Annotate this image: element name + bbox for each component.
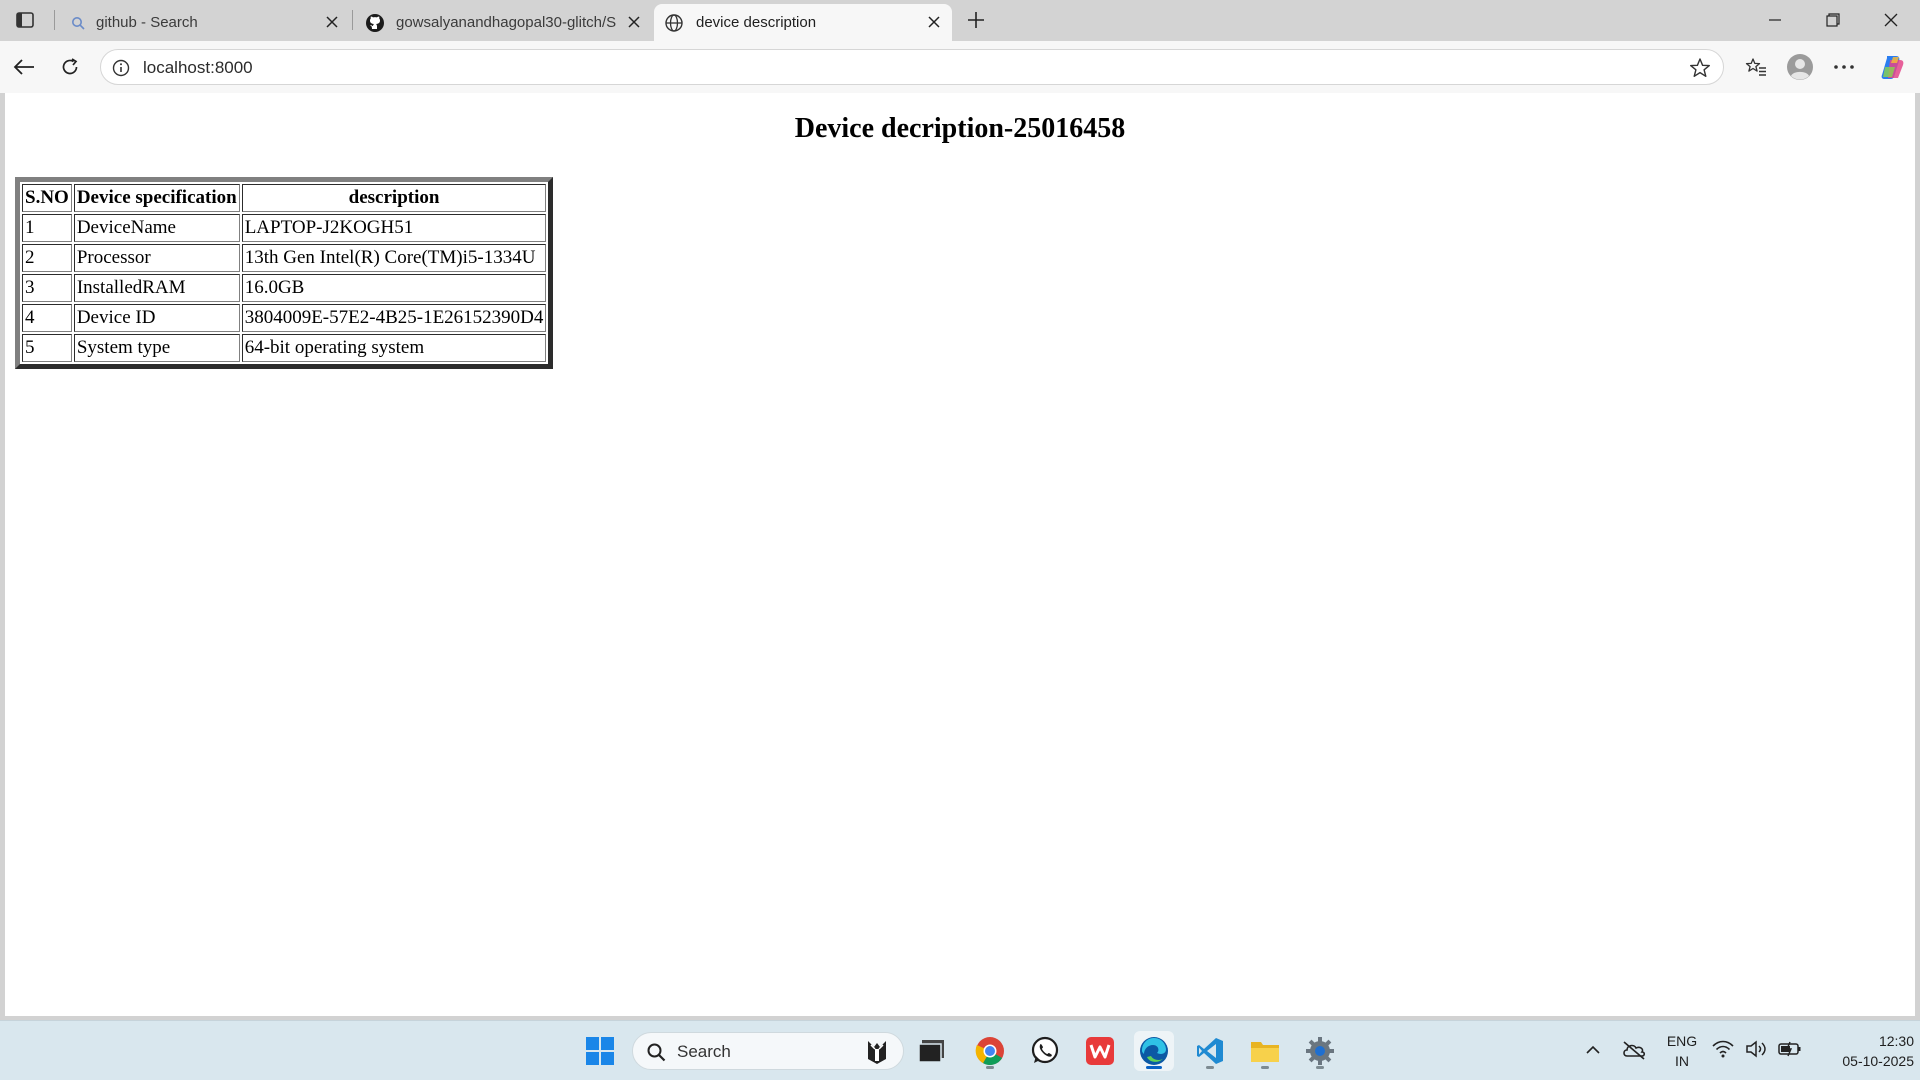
column-header-description: description: [241, 184, 547, 212]
tab-close-icon[interactable]: [322, 12, 342, 32]
start-icon[interactable]: [580, 1031, 620, 1071]
table-row: 4 Device ID 3804009E-57E2-4B25-1E2615239…: [22, 304, 547, 332]
tab-separator: [54, 10, 55, 30]
settings-icon[interactable]: [1300, 1031, 1340, 1071]
tab-title: github - Search: [96, 14, 198, 31]
globe-icon: [662, 13, 686, 33]
cell-specification: InstalledRAM: [73, 274, 240, 302]
cell-specification: DeviceName: [73, 214, 240, 242]
tab-device-description[interactable]: device description: [654, 4, 952, 41]
file-explorer-icon[interactable]: [1245, 1031, 1285, 1071]
language-code: ENG: [1666, 1033, 1698, 1049]
search-placeholder: Search: [677, 1042, 731, 1061]
site-info-icon[interactable]: [111, 58, 131, 78]
column-header-specification: Device specification: [73, 184, 240, 212]
new-tab-icon[interactable]: [962, 6, 990, 34]
favorites-icon[interactable]: [1740, 51, 1772, 83]
clock-date: 05-10-2025: [1842, 1053, 1914, 1069]
browser-toolbar: localhost:8000: [0, 41, 1920, 93]
cell-sno: 1: [22, 214, 72, 242]
minimize-icon[interactable]: [1752, 4, 1798, 36]
back-arrow-icon[interactable]: [8, 51, 40, 83]
tab-close-icon[interactable]: [924, 12, 944, 32]
cell-description: LAPTOP-J2KOGH51: [241, 214, 547, 242]
github-icon: [364, 13, 386, 33]
battery-charging-icon: [1778, 1041, 1802, 1062]
address-bar[interactable]: localhost:8000: [100, 49, 1724, 85]
tab-github-repo[interactable]: gowsalyanandhagopal30-glitch/S: [354, 4, 652, 41]
whatsapp-icon[interactable]: [1025, 1031, 1065, 1071]
cell-specification: Device ID: [73, 304, 240, 332]
search-icon: [645, 1041, 667, 1063]
table-row: 2 Processor 13th Gen Intel(R) Core(TM)i5…: [22, 244, 547, 272]
running-indicator: [986, 1066, 994, 1069]
tab-title: gowsalyanandhagopal30-glitch/S: [396, 14, 617, 31]
tab-strip: github - Search gowsalyanandhagopal30-gl…: [0, 0, 1920, 41]
cell-description: 3804009E-57E2-4B25-1E26152390D4: [241, 304, 547, 332]
cell-sno: 2: [22, 244, 72, 272]
region-code: IN: [1675, 1053, 1689, 1069]
address-text[interactable]: localhost:8000: [143, 58, 253, 78]
restore-icon[interactable]: [1810, 4, 1856, 36]
edge-icon[interactable]: [1134, 1031, 1174, 1071]
search-highlight-icon: [859, 1036, 895, 1068]
taskbar-search[interactable]: Search: [632, 1032, 904, 1070]
column-header-sno: S.NO: [22, 184, 72, 212]
cell-description: 16.0GB: [241, 274, 547, 302]
system-clock[interactable]: 12:30 05-10-2025: [1806, 1031, 1914, 1071]
volume-icon: [1745, 1039, 1767, 1063]
running-indicator: [1316, 1066, 1324, 1069]
running-indicator: [1206, 1066, 1214, 1069]
table-row: 1 DeviceName LAPTOP-J2KOGH51: [22, 214, 547, 242]
copilot-icon[interactable]: [1876, 51, 1908, 83]
clock-time: 12:30: [1878, 1033, 1914, 1049]
device-table: S.NO Device specification description 1 …: [15, 177, 554, 369]
tab-divider: [352, 10, 353, 30]
cell-description: 13th Gen Intel(R) Core(TM)i5-1334U: [241, 244, 547, 272]
onedrive-offline-icon[interactable]: [1620, 1037, 1648, 1063]
refresh-icon[interactable]: [54, 51, 86, 83]
tab-actions-icon[interactable]: [10, 8, 40, 32]
favorite-star-icon[interactable]: [1689, 57, 1711, 79]
cell-specification: Processor: [73, 244, 240, 272]
table-row: 5 System type 64-bit operating system: [22, 334, 547, 362]
active-indicator: [1146, 1066, 1162, 1069]
chevron-up-icon[interactable]: [1582, 1039, 1604, 1061]
table-row: 3 InstalledRAM 16.0GB: [22, 274, 547, 302]
wps-office-icon[interactable]: [1080, 1031, 1120, 1071]
more-options-icon[interactable]: [1828, 51, 1860, 83]
cell-description: 64-bit operating system: [241, 334, 547, 362]
table-header-row: S.NO Device specification description: [22, 184, 547, 212]
page-viewport: Device decription-25016458 S.NO Device s…: [5, 93, 1915, 1016]
close-window-icon[interactable]: [1868, 4, 1914, 36]
search-icon: [68, 16, 88, 30]
cell-specification: System type: [73, 334, 240, 362]
running-indicator: [1261, 1066, 1269, 1069]
vscode-icon[interactable]: [1190, 1031, 1230, 1071]
tab-github-search[interactable]: github - Search: [56, 4, 350, 41]
cell-sno: 4: [22, 304, 72, 332]
language-indicator[interactable]: ENG IN: [1660, 1031, 1704, 1071]
chrome-icon[interactable]: [970, 1031, 1010, 1071]
tab-title: device description: [696, 14, 817, 31]
taskbar: Search ENG IN 12:30 05-10-2025: [0, 1020, 1920, 1080]
wifi-icon: [1712, 1040, 1734, 1063]
tab-close-icon[interactable]: [624, 12, 644, 32]
cell-sno: 3: [22, 274, 72, 302]
page-title: Device decription-25016458: [794, 113, 1126, 144]
system-tray-quick-settings[interactable]: [1712, 1039, 1802, 1063]
task-view-icon[interactable]: [912, 1031, 952, 1071]
cell-sno: 5: [22, 334, 72, 362]
profile-avatar-icon[interactable]: [1784, 51, 1816, 83]
